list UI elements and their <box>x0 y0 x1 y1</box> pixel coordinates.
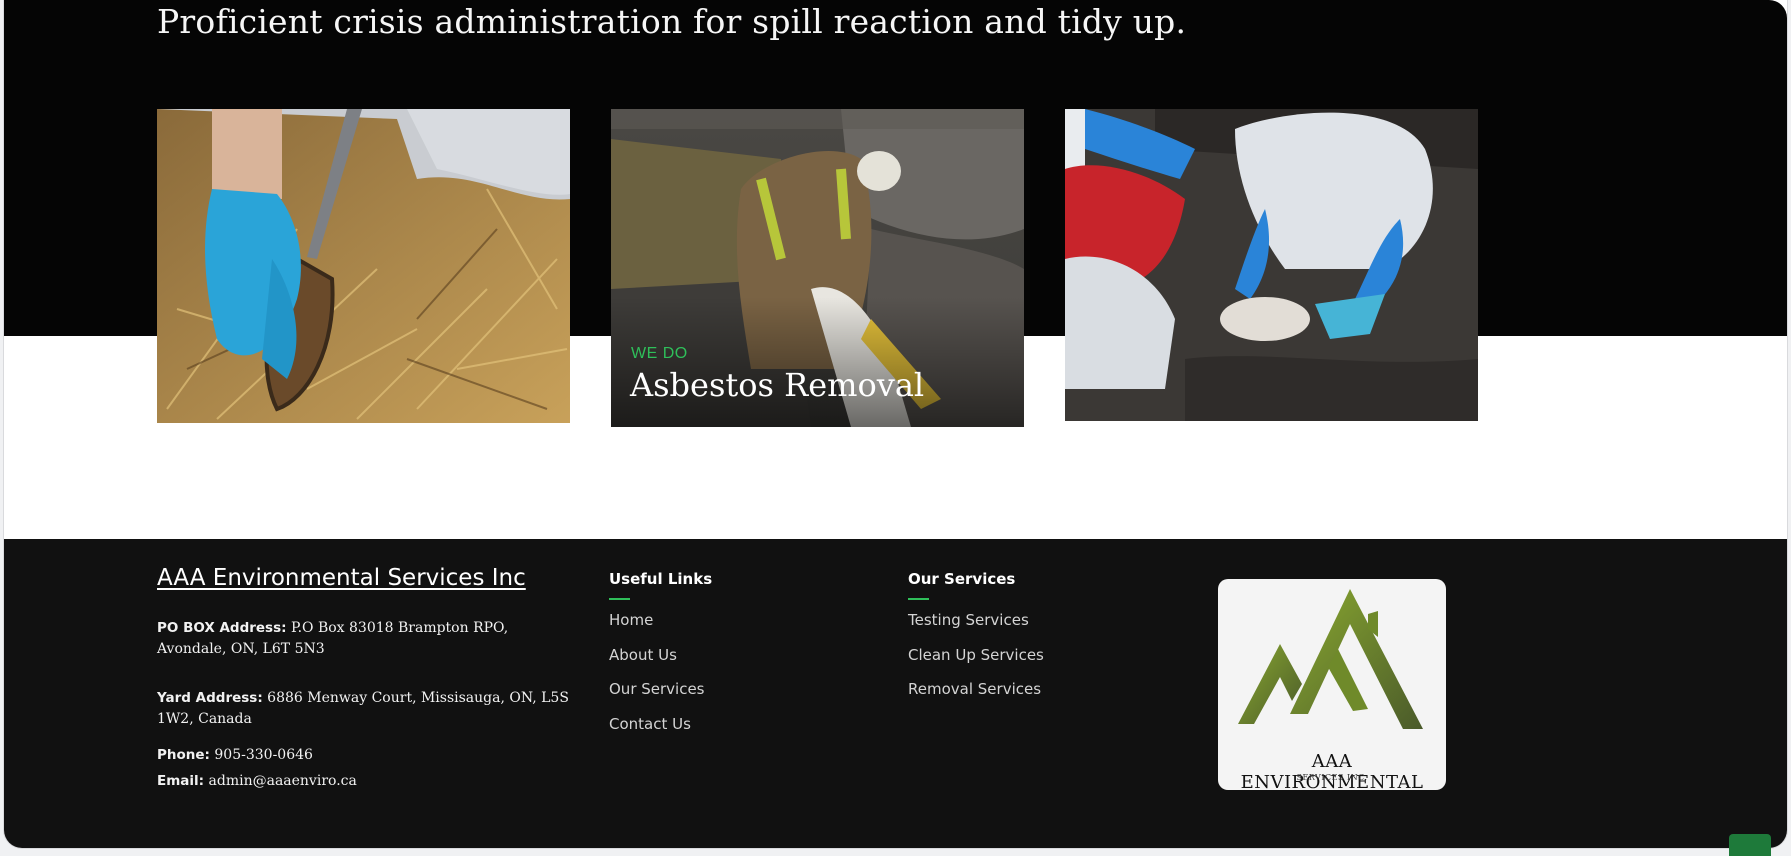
footer-link-testing-services[interactable]: Testing Services <box>908 611 1029 629</box>
footer-link-our-services[interactable]: Our Services <box>609 680 705 698</box>
email-label: Email: <box>157 773 205 789</box>
soil-sampling-photo <box>157 109 570 423</box>
spill-cleanup-photo <box>1065 109 1478 421</box>
mountain-logo-icon <box>1238 589 1423 729</box>
footer-link-removal-services[interactable]: Removal Services <box>908 680 1041 698</box>
service-card-soil[interactable] <box>157 109 570 423</box>
phone-label: Phone: <box>157 747 210 763</box>
footer-link-about-us[interactable]: About Us <box>609 646 677 664</box>
service-card-asbestos[interactable]: WE DO Asbestos Removal <box>611 109 1024 427</box>
company-name-link[interactable]: AAA Environmental Services Inc <box>157 565 526 591</box>
email: Email: admin@aaaenviro.ca <box>157 771 577 792</box>
yard-address: Yard Address: 6886 Menway Court, Missisa… <box>157 688 577 730</box>
site-footer: AAA Environmental Services Inc PO BOX Ad… <box>4 539 1787 848</box>
company-logo[interactable]: AAA ENVIRONMENTAL SERVICES INC. <box>1218 579 1446 793</box>
card-title: Asbestos Removal <box>630 366 925 404</box>
email-value[interactable]: admin@aaaenviro.ca <box>204 773 357 789</box>
hero-title: Proficient crisis administration for spi… <box>157 2 1187 41</box>
service-card-cleanup[interactable] <box>1065 109 1478 421</box>
card-kicker: WE DO <box>631 345 688 362</box>
yard-label: Yard Address: <box>157 690 263 706</box>
useful-links-heading: Useful Links <box>609 570 713 600</box>
footer-link-home[interactable]: Home <box>609 611 653 629</box>
po-box-label: PO BOX Address: <box>157 620 287 636</box>
phone: Phone: 905-330-0646 <box>157 745 577 766</box>
footer-link-contact-us[interactable]: Contact Us <box>609 715 691 733</box>
our-services-heading: Our Services <box>908 570 1016 600</box>
footer-link-clean-up-services[interactable]: Clean Up Services <box>908 646 1044 664</box>
po-box-address: PO BOX Address: P.O Box 83018 Brampton R… <box>157 618 577 660</box>
phone-value: 905-330-0646 <box>209 747 313 763</box>
logo-wordmark: AAA ENVIRONMENTAL <box>1240 751 1424 793</box>
back-to-top-button[interactable] <box>1729 834 1771 856</box>
logo-subtext: SERVICES INC. <box>1296 773 1368 782</box>
page-frame: Proficient crisis administration for spi… <box>4 0 1787 848</box>
